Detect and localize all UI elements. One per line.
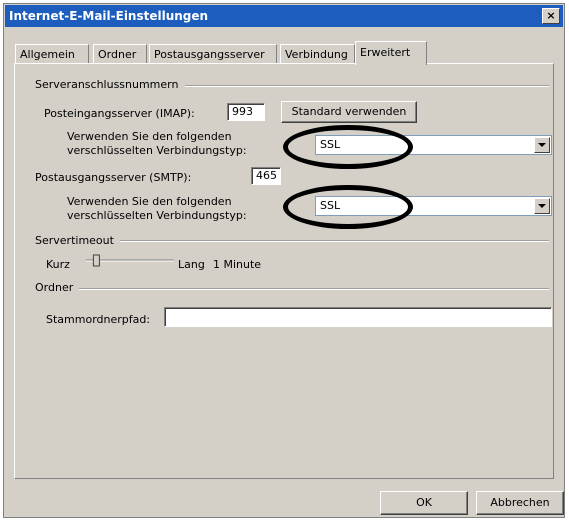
imap-encryption-label-line1: Verwenden Sie den folgenden — [67, 130, 232, 143]
group-folders: Ordner — [35, 281, 74, 294]
timeout-long-label: Lang — [178, 258, 205, 271]
root-folder-input[interactable] — [164, 307, 552, 327]
root-folder-label: Stammordnerpfad: — [46, 313, 151, 326]
smtp-encryption-label-line2: verschlüsselten Verbindungstyp: — [67, 209, 247, 222]
tab-panel — [14, 63, 554, 479]
tab-ordner[interactable]: Ordner — [93, 44, 147, 63]
timeout-slider[interactable] — [84, 254, 176, 268]
slider-thumb[interactable] — [92, 254, 100, 267]
timeout-value: 1 Minute — [213, 258, 262, 271]
group-divider — [185, 85, 549, 87]
smtp-port-input[interactable]: 465 — [251, 167, 281, 185]
tab-erweitert[interactable]: Erweitert — [355, 41, 427, 65]
smtp-encryption-label-line1: Verwenden Sie den folgenden — [67, 195, 232, 208]
chevron-down-icon[interactable] — [534, 137, 550, 153]
imap-port-input[interactable]: 993 — [227, 103, 265, 121]
group-divider — [120, 240, 549, 242]
close-button[interactable]: × — [542, 8, 560, 24]
ok-button[interactable]: OK — [380, 491, 468, 515]
imap-encryption-label-line2: verschlüsselten Verbindungstyp: — [67, 144, 247, 157]
smtp-port-label: Postausgangsserver (SMTP): — [35, 171, 192, 184]
timeout-short-label: Kurz — [46, 258, 70, 271]
group-divider — [79, 288, 549, 290]
highlight-ellipse — [283, 185, 413, 229]
group-timeout: Servertimeout — [35, 234, 114, 247]
window-title: Internet-E-Mail-Einstellungen — [9, 9, 209, 23]
group-server-ports: Serveranschlussnummern — [35, 78, 179, 91]
tab-postausgangsserver[interactable]: Postausgangsserver — [149, 44, 277, 63]
tab-allgemein[interactable]: Allgemein — [15, 44, 89, 63]
highlight-ellipse — [283, 125, 413, 169]
tab-verbindung[interactable]: Verbindung — [280, 44, 355, 63]
chevron-down-icon[interactable] — [534, 198, 550, 214]
cancel-button[interactable]: Abbrechen — [476, 491, 564, 515]
default-ports-button[interactable]: Standard verwenden — [281, 101, 417, 123]
title-bar: Internet-E-Mail-Einstellungen × — [5, 5, 563, 27]
imap-port-label: Posteingangsserver (IMAP): — [44, 107, 195, 120]
